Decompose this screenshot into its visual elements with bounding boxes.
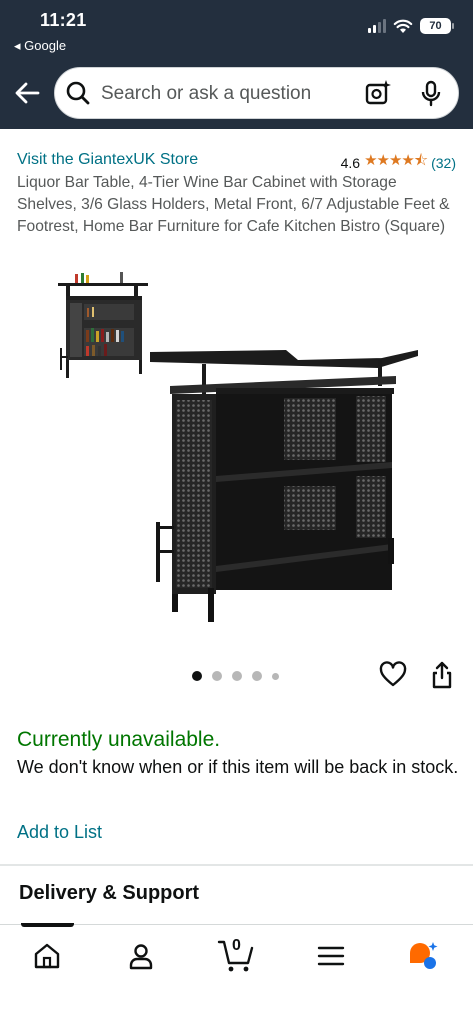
top-header: 11:21 ◂ Google 70 Search or ask a questi…	[0, 0, 473, 129]
pagination-dot[interactable]	[232, 671, 242, 681]
visit-store-link[interactable]: Visit the GiantexUK Store	[17, 151, 198, 169]
section-divider	[0, 864, 473, 866]
back-arrow-icon[interactable]	[12, 78, 42, 108]
camera-lens-icon[interactable]	[364, 79, 392, 107]
pagination-dot[interactable]	[252, 671, 262, 681]
status-indicators: 70	[368, 18, 454, 34]
cart-button[interactable]: 0	[216, 937, 256, 975]
cart-count-badge: 0	[232, 937, 241, 954]
product-thumbnail-image[interactable]	[56, 268, 151, 383]
status-time: 11:21	[40, 10, 87, 30]
rufus-ai-assistant-icon[interactable]	[406, 939, 440, 973]
stock-message: We don't know when or if this item will …	[17, 757, 459, 777]
pagination-dot[interactable]	[192, 671, 202, 681]
microphone-icon[interactable]	[417, 79, 445, 107]
availability-status: Currently unavailable.	[17, 728, 221, 751]
product-main-image[interactable]	[146, 338, 422, 628]
add-to-list-link[interactable]: Add to List	[17, 822, 102, 843]
search-input[interactable]: Search or ask a question	[101, 83, 311, 105]
active-tab-indicator	[21, 923, 74, 927]
image-pagination-dots[interactable]	[192, 671, 279, 681]
back-to-app-link[interactable]: ◂ Google	[14, 38, 66, 54]
product-title: Liquor Bar Table, 4-Tier Wine Bar Cabine…	[17, 174, 450, 235]
cellular-signal-icon	[368, 19, 386, 33]
wifi-icon	[393, 19, 413, 33]
rating-count[interactable]: (32)	[431, 155, 456, 171]
heart-icon[interactable]	[379, 661, 407, 689]
pagination-dot[interactable]	[212, 671, 222, 681]
bottom-navigation: 0	[0, 923, 473, 1024]
search-icon	[66, 81, 90, 105]
delivery-support-heading[interactable]: Delivery & Support	[19, 882, 199, 905]
account-icon[interactable]	[124, 939, 158, 973]
rating-value: 4.6	[340, 154, 361, 171]
search-bar[interactable]: Search or ask a question	[54, 67, 459, 119]
home-icon[interactable]	[30, 939, 64, 973]
battery-level: 70	[429, 20, 442, 32]
pagination-dot[interactable]	[272, 672, 279, 680]
battery-icon: 70	[420, 18, 454, 34]
share-icon[interactable]	[428, 660, 456, 690]
menu-icon[interactable]	[314, 939, 348, 973]
